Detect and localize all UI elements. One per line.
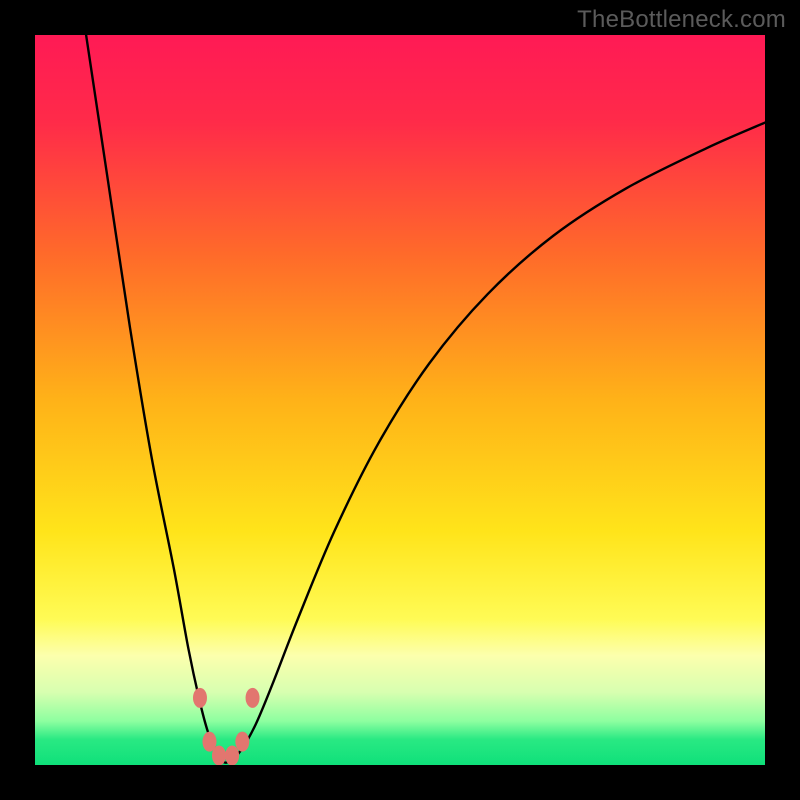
plot-area: [35, 35, 765, 765]
valley-marker: [235, 732, 249, 752]
watermark-text: TheBottleneck.com: [577, 6, 786, 34]
chart-frame: TheBottleneck.com: [0, 0, 800, 800]
plot-svg: [35, 35, 765, 765]
valley-marker: [212, 746, 226, 765]
valley-marker: [193, 688, 207, 708]
valley-marker: [246, 688, 260, 708]
valley-marker: [225, 746, 239, 765]
gradient-background: [35, 35, 765, 765]
